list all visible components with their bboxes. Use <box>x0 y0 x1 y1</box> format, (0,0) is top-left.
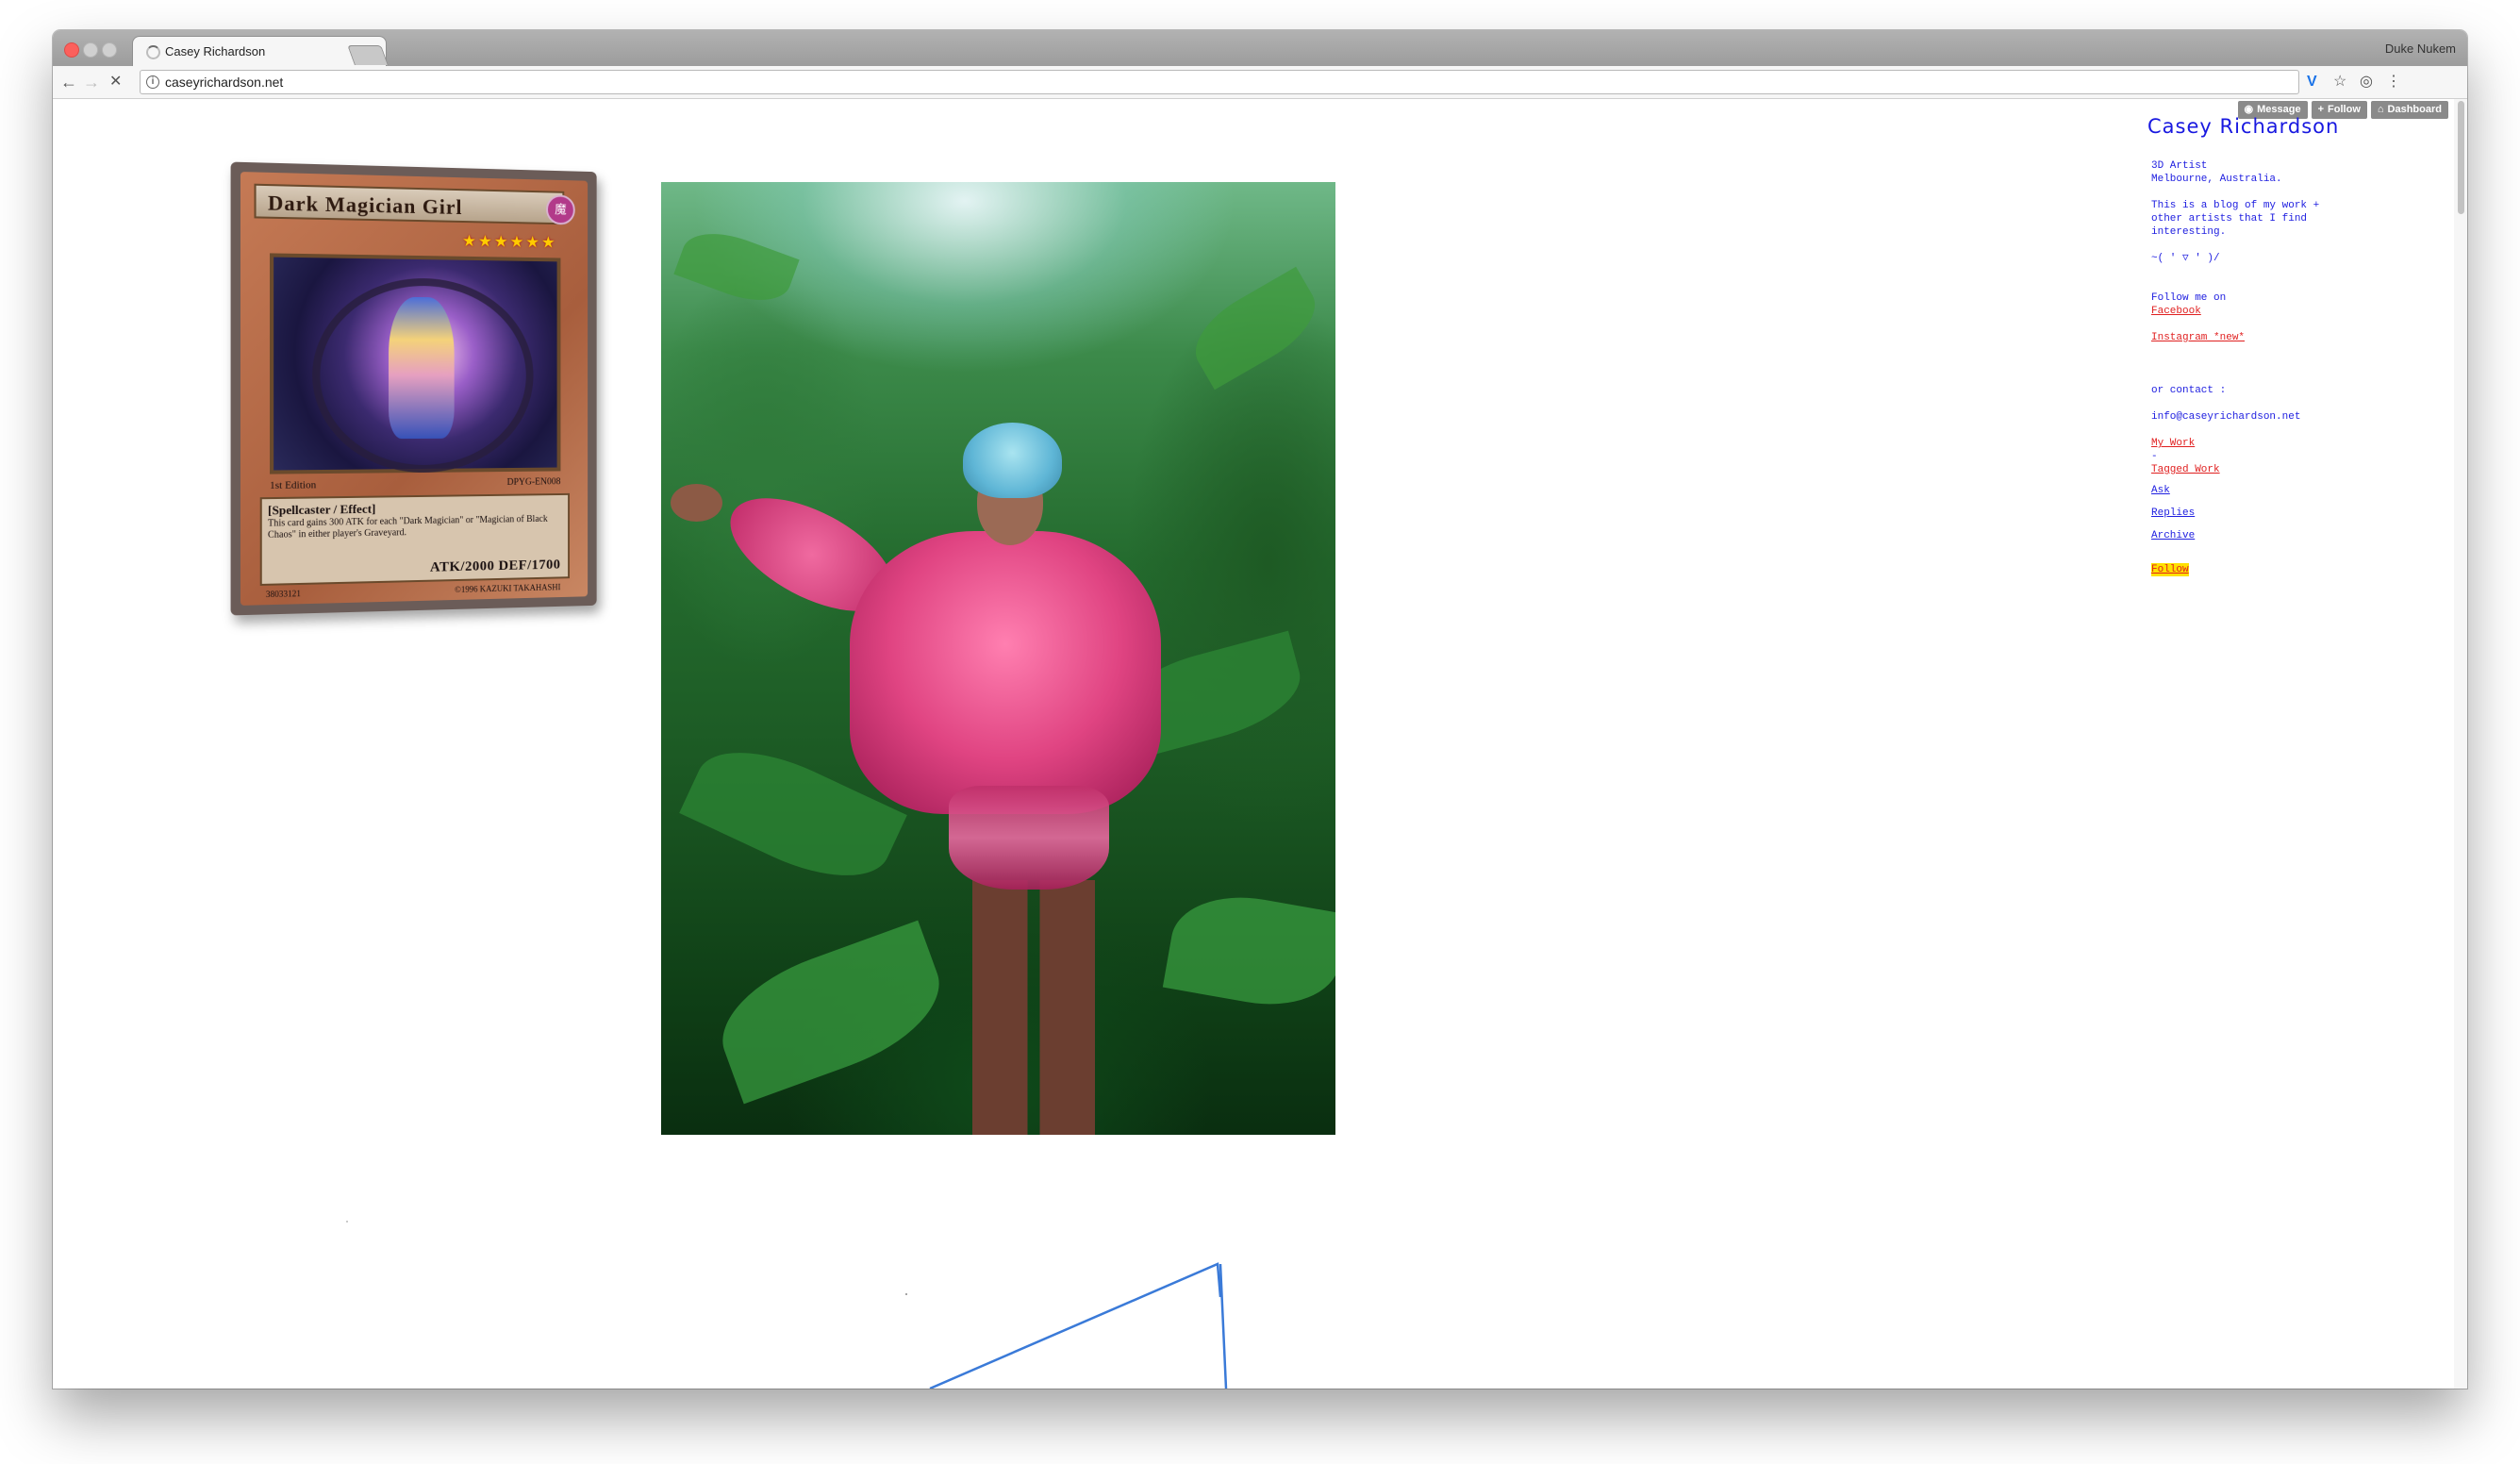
contact-email[interactable]: info@caseyrichardson.net <box>2151 411 2300 423</box>
loading-spinner-icon <box>146 45 160 59</box>
follow-label: Follow <box>2328 103 2361 116</box>
contact-section: or contact : info@caseyrichardson.net <box>2151 371 2378 424</box>
sketch-stroke <box>930 1264 1226 1389</box>
sketch-dot <box>346 1221 348 1223</box>
vimeo-extension-icon[interactable]: V <box>2307 74 2317 91</box>
page-viewport: Dark Magician Girl 魔 ★★★★★★ 1st Edition … <box>53 99 2467 1389</box>
dashboard-button[interactable]: ⌂ Dashboard <box>2371 101 2448 119</box>
scrollbar-thumb[interactable] <box>2458 101 2464 214</box>
about-text: This is a blog of my work + other artist… <box>2151 199 2378 239</box>
follow-intro: Follow me on <box>2151 292 2226 304</box>
minimize-window-button[interactable] <box>83 42 98 58</box>
profile-name[interactable]: Duke Nukem <box>2385 42 2456 56</box>
archive-link[interactable]: Archive <box>2151 529 2378 542</box>
zoom-window-button[interactable] <box>102 42 117 58</box>
close-window-button[interactable] <box>64 42 79 58</box>
vertical-scrollbar[interactable] <box>2454 99 2467 1389</box>
forward-arrow-icon[interactable]: → <box>83 72 100 92</box>
opera-extension-icon[interactable]: ◎ <box>2360 74 2373 91</box>
plus-icon: + <box>2318 103 2324 116</box>
facebook-link[interactable]: Facebook <box>2151 305 2378 318</box>
kaomoji-text: ~( ' ▽ ' )/ <box>2151 252 2378 265</box>
home-icon: ⌂ <box>2378 103 2384 116</box>
browser-window: Casey Richardson × Duke Nukem ← → ✕ i ca… <box>53 30 2467 1389</box>
tab-title: Casey Richardson <box>165 44 265 58</box>
url-text[interactable]: caseyrichardson.net <box>165 75 283 90</box>
dashboard-label: Dashboard <box>2388 103 2442 116</box>
my-work-link[interactable]: My Work <box>2151 437 2378 450</box>
bio-text: 3D Artist Melbourne, Australia. <box>2151 159 2378 186</box>
message-icon: ◉ <box>2245 103 2254 116</box>
contact-intro: or contact : <box>2151 385 2226 396</box>
replies-link[interactable]: Replies <box>2151 507 2378 520</box>
browser-toolbar: ← → ✕ i caseyrichardson.net V ☆ ◎ ⋮ <box>53 66 2467 99</box>
address-bar[interactable]: i caseyrichardson.net <box>140 70 2299 94</box>
link-separator: - <box>2151 450 2378 463</box>
bookmark-star-icon[interactable]: ☆ <box>2333 74 2346 91</box>
tab-strip: Casey Richardson × Duke Nukem <box>53 30 2467 66</box>
back-arrow-icon[interactable]: ← <box>60 72 77 92</box>
site-title[interactable]: Casey Richardson <box>2147 120 2378 133</box>
stop-icon[interactable]: ✕ <box>109 72 122 92</box>
sketch-drawing <box>53 99 2467 1389</box>
info-icon[interactable]: i <box>146 75 159 89</box>
sidebar-follow-link[interactable]: Follow <box>2151 563 2189 576</box>
new-tab-button[interactable] <box>347 45 389 65</box>
ask-link[interactable]: Ask <box>2151 484 2378 497</box>
menu-icon[interactable]: ⋮ <box>2386 74 2401 91</box>
message-label: Message <box>2257 103 2300 116</box>
tagged-work-link[interactable]: Tagged Work <box>2151 463 2378 476</box>
instagram-link[interactable]: Instagram *new* <box>2151 331 2378 344</box>
sketch-dot <box>905 1293 907 1295</box>
follow-section: Follow me on Facebook Instagram *new* <box>2151 278 2378 358</box>
blog-sidebar: Casey Richardson 3D Artist Melbourne, Au… <box>2151 120 2378 576</box>
work-links: My Work - Tagged Work <box>2151 437 2378 476</box>
